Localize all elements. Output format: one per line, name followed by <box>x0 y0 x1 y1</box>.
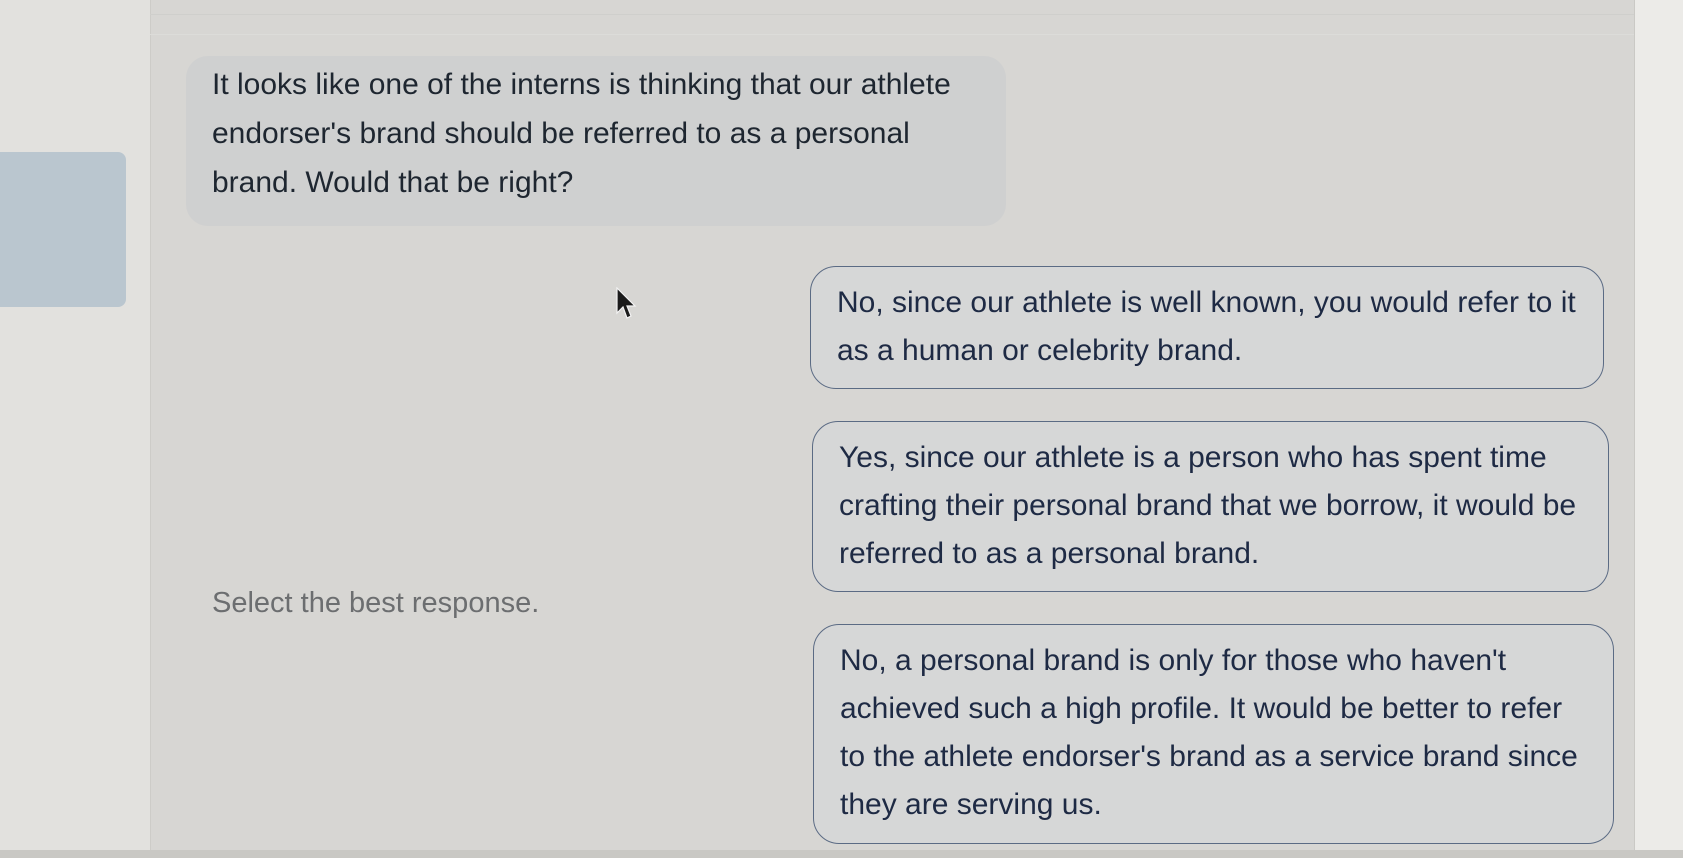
mouse-pointer-icon <box>616 287 637 319</box>
response-option-2[interactable]: Yes, since our athlete is a person who h… <box>812 421 1609 592</box>
response-option-2-text: Yes, since our athlete is a person who h… <box>839 441 1577 570</box>
question-bubble: It looks like one of the interns is thin… <box>186 56 1006 226</box>
response-option-3-text: No, a personal brand is only for those w… <box>840 644 1578 821</box>
question-text: It looks like one of the interns is thin… <box>212 68 951 199</box>
response-option-1[interactable]: No, since our athlete is well known, you… <box>810 266 1604 389</box>
right-panel-edge <box>1634 0 1683 858</box>
top-divider-secondary <box>150 34 1634 35</box>
response-option-1-text: No, since our athlete is well known, you… <box>837 286 1576 367</box>
left-panel <box>0 0 151 858</box>
bottom-edge <box>0 850 1683 858</box>
left-nav-tab[interactable] <box>0 152 126 307</box>
select-best-response-prompt: Select the best response. <box>212 587 540 619</box>
response-option-3[interactable]: No, a personal brand is only for those w… <box>813 624 1614 844</box>
top-divider <box>150 14 1634 15</box>
